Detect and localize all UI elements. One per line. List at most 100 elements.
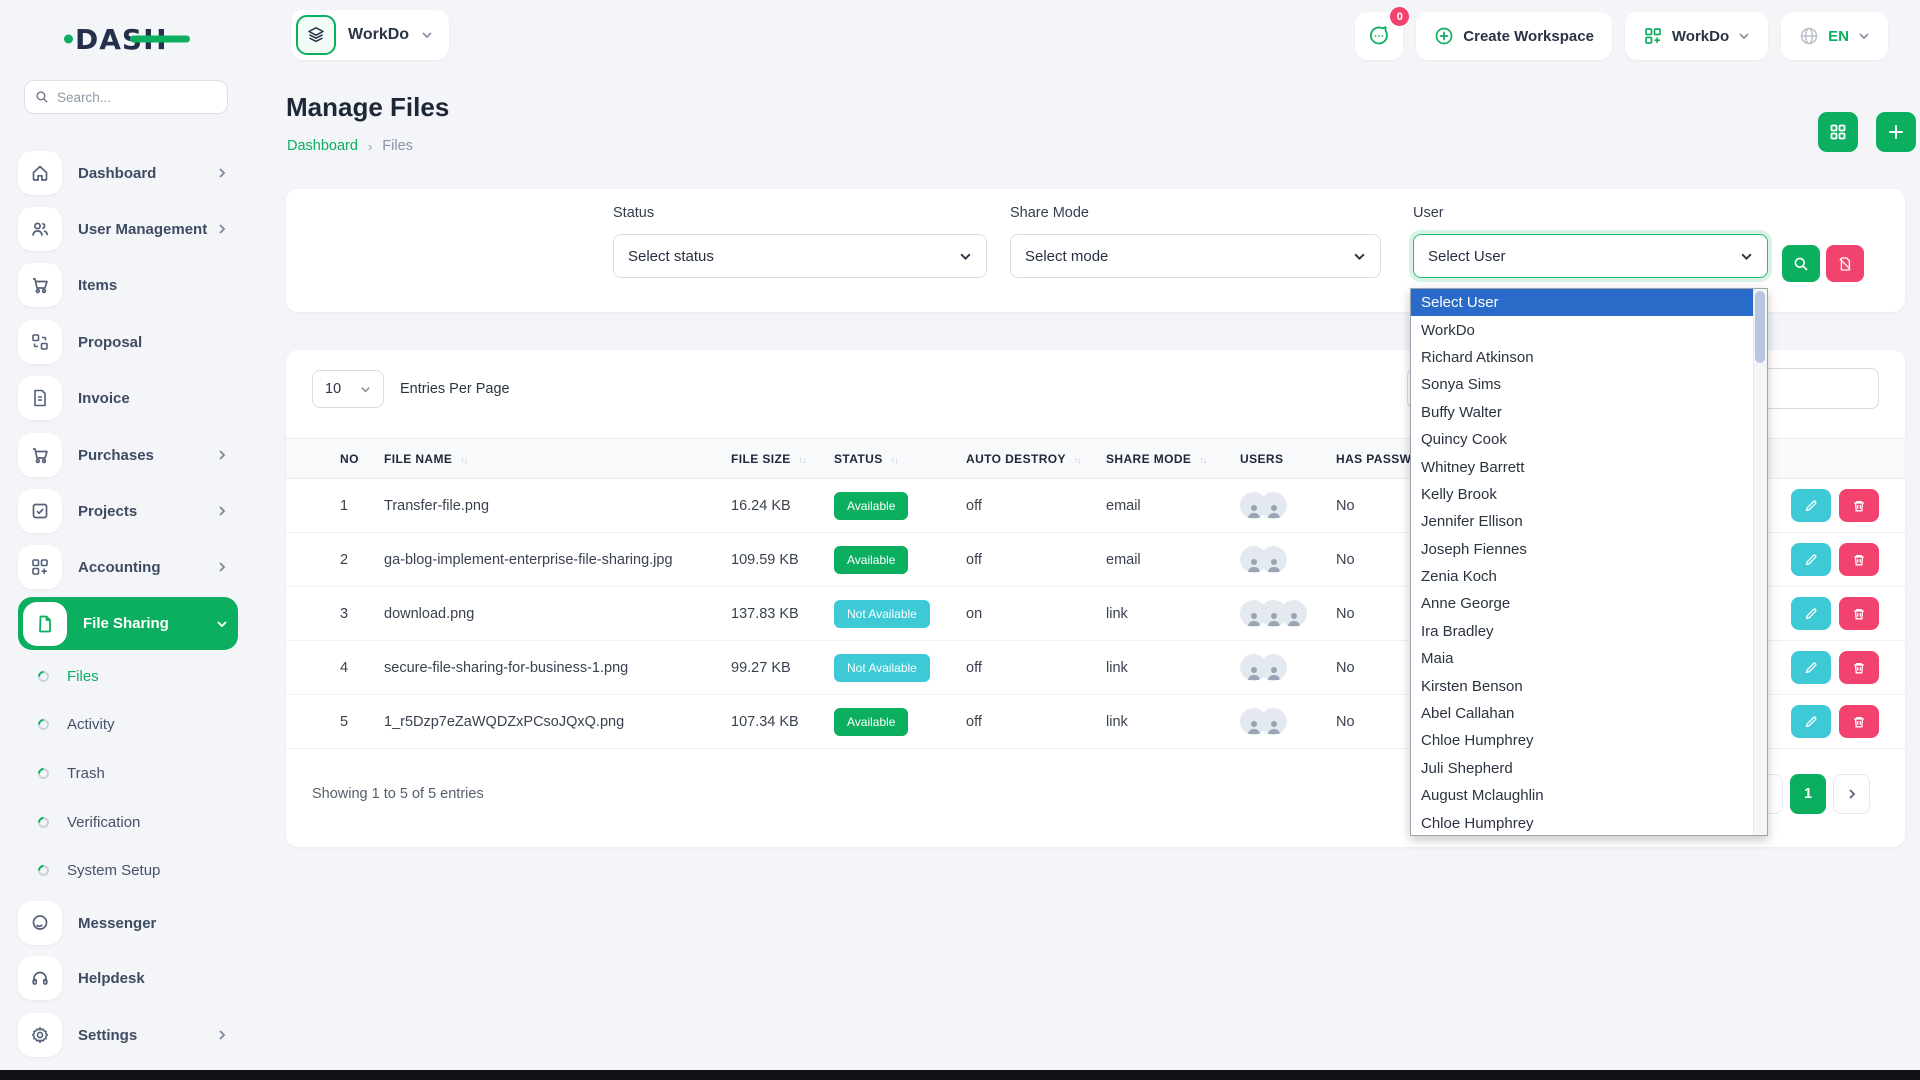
col-header-auto-destroy[interactable]: AUTO DESTROY↑↓ (966, 439, 1106, 479)
dropdown-option[interactable]: Zenia Koch (1411, 563, 1753, 590)
trash-icon (1852, 553, 1866, 567)
grid-view-button[interactable] (1818, 112, 1858, 152)
edit-button[interactable] (1791, 543, 1831, 576)
search-icon (1793, 256, 1809, 272)
dropdown-scrollbar[interactable] (1753, 289, 1767, 835)
chevron-down-icon (1738, 30, 1750, 42)
user-label: User (1413, 205, 1768, 221)
col-header-share-mode[interactable]: SHARE MODE↑↓ (1106, 439, 1240, 479)
sidebar-subitem-trash[interactable]: Trash (38, 758, 105, 788)
cell-file-size: 107.34 KB (731, 695, 834, 749)
dropdown-option[interactable]: Abel Callahan (1411, 700, 1753, 727)
delete-button[interactable] (1839, 543, 1879, 576)
cell-file-name: download.png (384, 587, 731, 641)
entries-per-page-select[interactable]: 10 (312, 370, 384, 408)
col-header-no[interactable]: NO (286, 439, 384, 479)
dropdown-option[interactable]: August Mclaughlin (1411, 782, 1753, 809)
sidebar-item-label: File Sharing (83, 615, 216, 632)
sidebar-item-messenger[interactable]: Messenger (18, 900, 238, 946)
status-label: Status (613, 205, 987, 221)
reset-filter-button[interactable] (1826, 245, 1864, 282)
sidebar-subitem-system-setup[interactable]: System Setup (38, 855, 160, 885)
dropdown-option[interactable]: WorkDo (1411, 316, 1753, 343)
sidebar-item-accounting[interactable]: Accounting (18, 544, 238, 590)
trash-icon (1852, 607, 1866, 621)
sidebar-item-invoice[interactable]: Invoice (18, 375, 238, 421)
messages-button[interactable]: 0 (1355, 12, 1403, 60)
workspace-pill[interactable]: WorkDo (291, 10, 449, 60)
dropdown-option[interactable]: Ira Bradley (1411, 618, 1753, 645)
chevron-down-icon (216, 618, 228, 630)
delete-button[interactable] (1839, 489, 1879, 522)
globe-icon (1799, 26, 1819, 46)
chevron-down-icon (1740, 250, 1753, 263)
cell-no: 4 (286, 641, 384, 695)
dropdown-option[interactable]: Anne George (1411, 590, 1753, 617)
dropdown-option[interactable]: Quincy Cook (1411, 426, 1753, 453)
edit-button[interactable] (1791, 651, 1831, 684)
dropdown-option[interactable]: Chloe Humphrey (1411, 727, 1753, 754)
col-header-users[interactable]: USERS (1240, 439, 1336, 479)
dropdown-option[interactable]: Whitney Barrett (1411, 453, 1753, 480)
status-badge: Available (834, 546, 908, 574)
sidebar-subitem-files[interactable]: Files (38, 661, 99, 691)
sidebar-item-proposal[interactable]: Proposal (18, 319, 238, 365)
sort-icon: ↑↓ (460, 455, 467, 465)
workspace-name: WorkDo (348, 26, 409, 44)
col-header-status[interactable]: STATUS↑↓ (834, 439, 966, 479)
dropdown-option[interactable]: Kelly Brook (1411, 481, 1753, 508)
sidebar-item-file-sharing[interactable]: File Sharing (18, 597, 238, 650)
apply-filter-button[interactable] (1782, 245, 1820, 282)
dropdown-option[interactable]: Sonya Sims (1411, 371, 1753, 398)
scrollbar-thumb[interactable] (1755, 291, 1765, 363)
delete-button[interactable] (1839, 651, 1879, 684)
edit-button[interactable] (1791, 489, 1831, 522)
sidebar-item-dashboard[interactable]: Dashboard (18, 150, 238, 196)
entries-per-page-label: Entries Per Page (400, 370, 510, 408)
dropdown-option[interactable]: Juli Shepherd (1411, 755, 1753, 782)
dropdown-option[interactable]: Maia (1411, 645, 1753, 672)
share-mode-select[interactable]: Select mode (1010, 234, 1381, 278)
create-workspace-button[interactable]: Create Workspace (1416, 12, 1612, 60)
pagination-next-button[interactable] (1833, 774, 1870, 814)
dropdown-option[interactable]: Jennifer Ellison (1411, 508, 1753, 535)
sidebar-subitem-activity[interactable]: Activity (38, 709, 115, 739)
edit-button[interactable] (1791, 597, 1831, 630)
search-input[interactable] (57, 90, 217, 105)
sidebar-item-projects[interactable]: Projects (18, 488, 238, 534)
breadcrumb-current: Files (382, 138, 413, 154)
dropdown-option[interactable]: Buffy Walter (1411, 399, 1753, 426)
col-header-file-name[interactable]: FILE NAME↑↓ (384, 439, 731, 479)
language-selector[interactable]: EN (1781, 12, 1888, 60)
edit-button[interactable] (1791, 705, 1831, 738)
dropdown-option[interactable]: Joseph Fiennes (1411, 536, 1753, 563)
messenger-icon (18, 901, 62, 945)
user-select[interactable]: Select User (1413, 234, 1768, 278)
delete-button[interactable] (1839, 705, 1879, 738)
pencil-icon (1804, 553, 1818, 567)
add-file-button[interactable] (1876, 112, 1916, 152)
brand-logo: DASH (64, 20, 192, 58)
breadcrumb-dashboard-link[interactable]: Dashboard (287, 138, 358, 154)
sidebar-item-label: Projects (78, 503, 216, 520)
dropdown-option[interactable]: Richard Atkinson (1411, 344, 1753, 371)
pencil-icon (1804, 715, 1818, 729)
status-select[interactable]: Select status (613, 234, 987, 278)
col-header-file-size[interactable]: FILE SIZE↑↓ (731, 439, 834, 479)
dropdown-option[interactable]: Kirsten Benson (1411, 672, 1753, 699)
cell-file-name: secure-file-sharing-for-business-1.png (384, 641, 731, 695)
sidebar-item-user-management[interactable]: User Management (18, 206, 238, 252)
sidebar-item-settings[interactable]: Settings (18, 1012, 238, 1058)
dropdown-option[interactable]: Chloe Humphrey (1411, 809, 1753, 836)
workspace-switcher[interactable]: WorkDo (1625, 12, 1768, 60)
pagination-page-1[interactable]: 1 (1790, 774, 1826, 814)
ring-icon (36, 765, 52, 781)
cell-file-size: 16.24 KB (731, 479, 834, 533)
sidebar-item-helpdesk[interactable]: Helpdesk (18, 955, 238, 1001)
delete-button[interactable] (1839, 597, 1879, 630)
sidebar-subitem-verification[interactable]: Verification (38, 807, 140, 837)
grid-icon (1829, 123, 1847, 141)
sidebar-item-purchases[interactable]: Purchases (18, 432, 238, 478)
sidebar-item-items[interactable]: Items (18, 262, 238, 308)
dropdown-option[interactable]: Select User (1411, 289, 1753, 316)
